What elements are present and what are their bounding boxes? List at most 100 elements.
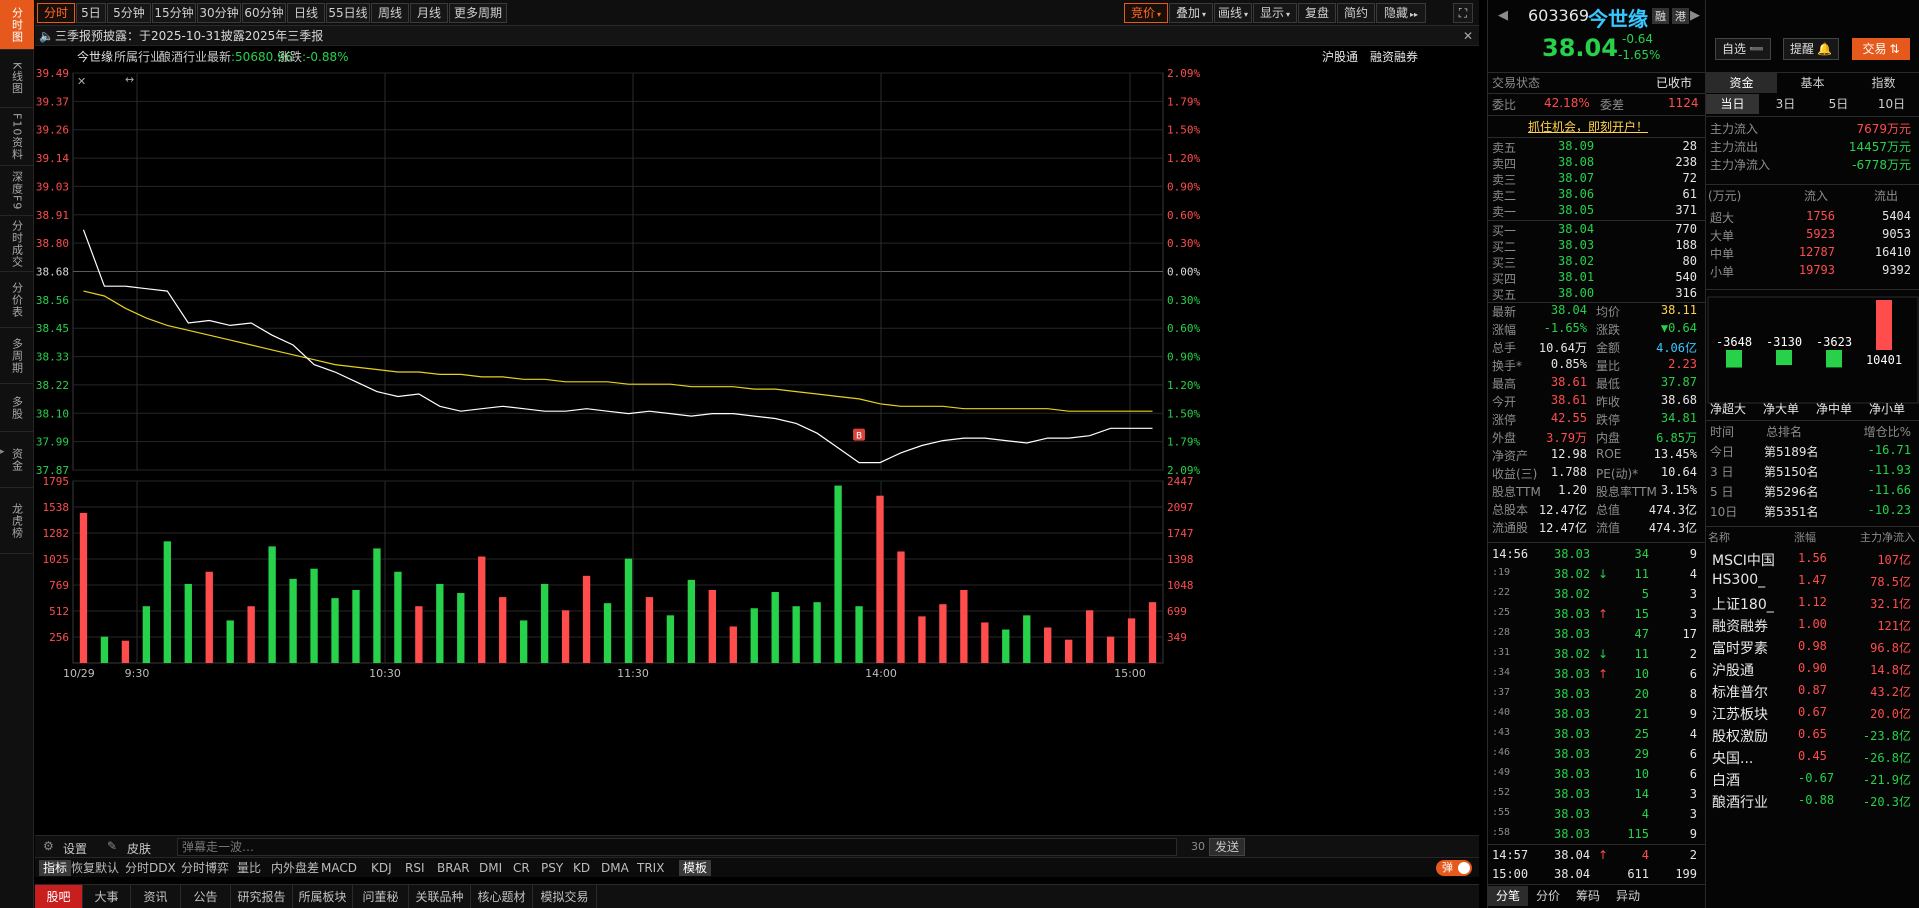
indicator-tab-2[interactable]: 分时DDX <box>125 860 176 876</box>
toolbar-right-2[interactable]: 画线 ▾ <box>1214 3 1252 23</box>
remind-button[interactable]: 提醒 🔔 <box>1783 38 1839 60</box>
fund-period-2[interactable]: 5日 <box>1812 94 1865 114</box>
indicator-tab-0[interactable]: 指标 <box>39 860 72 876</box>
close-icon[interactable]: ✕ <box>77 75 86 88</box>
sector-name[interactable]: 沪股通 <box>1712 660 1754 680</box>
chevron-right-icon[interactable]: ▸ <box>0 440 8 464</box>
sector-name[interactable]: 白酒 <box>1712 770 1740 790</box>
bottom-nav-item-0[interactable]: 股吧 <box>35 885 83 908</box>
leftnav-item-3[interactable]: 深度F9 <box>0 166 34 216</box>
chevron-right-icon[interactable]: ▶ <box>1690 8 1700 23</box>
watchlist-button[interactable]: 自选 ➖ <box>1715 38 1771 60</box>
toolbar-right-4[interactable]: 复盘 <box>1298 3 1336 23</box>
indicator-tab-1[interactable]: 恢复默认 <box>71 860 119 876</box>
fund-tab-1[interactable]: 基本 <box>1777 73 1848 93</box>
fullscreen-icon[interactable]: ⛶ <box>1453 3 1473 23</box>
period-tab-7[interactable]: 55日线 <box>326 3 370 23</box>
period-tab-10[interactable]: 更多周期 <box>449 3 507 23</box>
sector-name[interactable]: 融资融券 <box>1712 616 1768 636</box>
skin-button[interactable]: 皮肤 <box>127 840 151 857</box>
industry-name[interactable]: 酿酒行业 <box>159 46 207 68</box>
sector-name[interactable]: 酿酒行业 <box>1712 792 1768 812</box>
sector-name[interactable]: 富时罗素 <box>1712 638 1768 658</box>
tag-1[interactable]: 港 <box>1672 8 1689 24</box>
leftnav-item-1[interactable]: K线图 <box>0 50 34 108</box>
settings-button[interactable]: 设置 <box>63 840 87 857</box>
indicator-tab-9[interactable]: BRAR <box>437 860 470 876</box>
indicator-tab-16[interactable]: 模板 <box>679 860 712 876</box>
bottom-nav-item-9[interactable]: 模拟交易 <box>533 885 597 908</box>
bottom-nav-item-1[interactable]: 大事 <box>83 885 131 908</box>
fund-tab-0[interactable]: 资金 <box>1706 73 1777 93</box>
toolbar-right-1[interactable]: 叠加 ▾ <box>1169 3 1213 23</box>
indicator-tab-6[interactable]: MACD <box>321 860 357 876</box>
sector-name[interactable]: 标准普尔 <box>1712 682 1768 702</box>
toolbar-right-5[interactable]: 简约 <box>1337 3 1375 23</box>
toolbar-right-6[interactable]: 隐藏 ▸▸ <box>1376 3 1426 23</box>
toolbar-right-3[interactable]: 显示 ▾ <box>1253 3 1297 23</box>
indicator-tab-15[interactable]: TRIX <box>637 860 664 876</box>
leftnav-item-4[interactable]: 分时成交 <box>0 216 34 272</box>
hgt-link[interactable]: 沪股通 <box>1322 46 1358 68</box>
intraday-chart[interactable]: 39.49 2.09% 39.37 1.79% 39.26 1.50% 39.14 1.20%… <box>35 68 1479 833</box>
quote-tab-2[interactable]: 筹码 <box>1568 886 1608 906</box>
tag-0[interactable]: 融 <box>1652 8 1669 24</box>
rzrq-link[interactable]: 融资融券 <box>1370 46 1418 68</box>
leftnav-item-2[interactable]: F10资料 <box>0 108 34 166</box>
quote-tab-1[interactable]: 分价 <box>1528 886 1568 906</box>
leftnav-item-9[interactable]: 龙虎榜 <box>0 488 34 554</box>
fund-period-1[interactable]: 3日 <box>1759 94 1812 114</box>
leftnav-item-6[interactable]: 多周期 <box>0 328 34 384</box>
danmu-input[interactable] <box>177 838 1177 856</box>
skin-icon[interactable]: ✎ <box>107 839 117 853</box>
indicator-tab-13[interactable]: KD <box>573 860 590 876</box>
bottom-nav-item-7[interactable]: 关联品种 <box>409 885 471 908</box>
send-button[interactable]: 发送 <box>1209 838 1246 856</box>
bottom-nav-item-3[interactable]: 公告 <box>181 885 231 908</box>
bottom-nav-item-2[interactable]: 资讯 <box>131 885 181 908</box>
bottom-nav-item-5[interactable]: 所属板块 <box>293 885 353 908</box>
bottom-nav-item-4[interactable]: 研究报告 <box>231 885 293 908</box>
period-tab-8[interactable]: 周线 <box>371 3 409 23</box>
period-tab-9[interactable]: 月线 <box>410 3 448 23</box>
notice-text[interactable]: 三季报预披露：于2025-10-31披露2025年三季报 <box>55 26 323 46</box>
period-tab-2[interactable]: 5分钟 <box>107 3 151 23</box>
expand-icon[interactable]: ↔ <box>125 73 134 86</box>
close-icon[interactable]: ✕ <box>1463 26 1473 46</box>
indicator-tab-8[interactable]: RSI <box>405 860 425 876</box>
toolbar-right-0[interactable]: 竞价 ▾ <box>1124 3 1168 23</box>
indicator-tab-3[interactable]: 分时博弈 <box>181 860 229 876</box>
leftnav-item-0[interactable]: 分时图 <box>0 0 34 50</box>
trade-button[interactable]: 交易 ⇅ <box>1852 38 1910 60</box>
open-account-ad[interactable]: 抓住机会，即刻开户！ <box>1528 118 1648 135</box>
danmu-toggle[interactable]: 弹 <box>1436 860 1472 876</box>
sector-name[interactable]: 上证180_ <box>1712 594 1774 614</box>
period-tab-6[interactable]: 日线 <box>287 3 325 23</box>
sector-name[interactable]: 江苏板块 <box>1712 704 1768 724</box>
indicator-tab-14[interactable]: DMA <box>601 860 629 876</box>
quote-tab-3[interactable]: 异动 <box>1608 886 1648 906</box>
period-tab-0[interactable]: 分时 <box>37 3 75 23</box>
bottom-nav-item-6[interactable]: 问董秘 <box>353 885 409 908</box>
sector-name[interactable]: 股权激励 <box>1712 726 1768 746</box>
sector-name[interactable]: 央国... <box>1712 748 1753 768</box>
indicator-tab-7[interactable]: KDJ <box>371 860 392 876</box>
fund-period-0[interactable]: 当日 <box>1706 94 1759 114</box>
leftnav-item-7[interactable]: 多股 <box>0 384 34 432</box>
fund-period-3[interactable]: 10日 <box>1865 94 1918 114</box>
period-tab-3[interactable]: 15分钟 <box>152 3 196 23</box>
indicator-tab-10[interactable]: DMI <box>479 860 502 876</box>
sector-name[interactable]: HS300_ <box>1712 572 1765 588</box>
period-tab-5[interactable]: 60分钟 <box>242 3 286 23</box>
quote-tab-0[interactable]: 分笔 <box>1488 886 1528 906</box>
indicator-tab-5[interactable]: 内外盘差 <box>271 860 319 876</box>
leftnav-item-5[interactable]: 分价表 <box>0 272 34 328</box>
sector-name[interactable]: MSCI中国 <box>1712 550 1775 570</box>
indicator-tab-12[interactable]: PSY <box>541 860 563 876</box>
period-tab-4[interactable]: 30分钟 <box>197 3 241 23</box>
bottom-nav-item-8[interactable]: 核心题材 <box>471 885 533 908</box>
period-tab-1[interactable]: 5日 <box>76 3 106 23</box>
chevron-left-icon[interactable]: ◀ <box>1498 8 1508 23</box>
indicator-tab-4[interactable]: 量比 <box>237 860 261 876</box>
fund-tab-2[interactable]: 指数 <box>1848 73 1919 93</box>
